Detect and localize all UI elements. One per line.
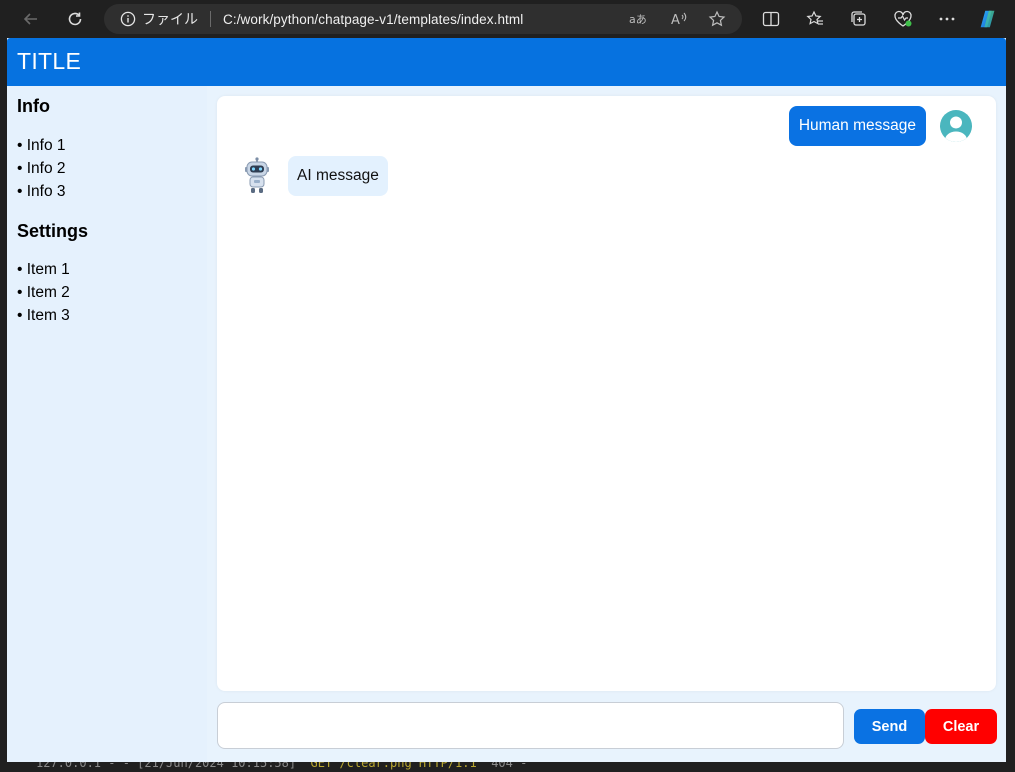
settings-heading: Settings [17,221,89,241]
list-item: • Info 3 [17,183,66,200]
terminal-line-status: 404 - [491,762,528,770]
svg-text:A: A [671,13,680,27]
web-page: TITLE Info • Info 1 • Info 2 • Info 3 Se… [7,38,1006,762]
translate-icon[interactable]: aあ [629,10,647,28]
list-item: • Item 2 [17,284,70,301]
page-header: TITLE [7,38,1006,86]
url-text[interactable]: C:/work/python/chatpage-v1/templates/ind… [223,12,523,27]
svg-text:aあ: aあ [629,13,647,26]
read-aloud-icon[interactable]: A [670,10,688,28]
user-avatar-icon [940,110,972,142]
info-heading: Info [17,96,50,116]
list-item: • Item 3 [17,307,70,324]
split-screen-icon[interactable] [760,8,782,30]
human-message: Human message [788,106,926,146]
reload-button[interactable] [61,5,89,33]
info-list: • Info 1 • Info 2 • Info 3 [17,134,66,203]
address-separator [210,11,211,27]
reload-icon [68,12,82,26]
page-title: TITLE [17,48,82,74]
list-item: • Info 1 [17,137,66,154]
ai-message: AI message [288,156,388,196]
favorites-icon[interactable] [804,8,826,30]
chat-messages[interactable]: Human message AI message [217,96,996,691]
back-arrow-icon [23,13,37,25]
clear-button[interactable]: Clear [925,709,997,744]
collections-icon[interactable] [848,8,870,30]
browser-essentials-icon[interactable] [892,8,914,30]
favorite-star-icon[interactable] [708,10,726,28]
terminal-line: 127.0.0.1 - - [21/Jun/2024 10:15:58] "GE… [36,762,527,770]
list-item: • Info 2 [17,160,66,177]
send-button[interactable]: Send [854,709,925,744]
file-protocol-label: ファイル [142,12,198,28]
more-options-icon[interactable] [936,8,958,30]
background-terminal: 127.0.0.1 - - [21/Jun/2024 10:15:58] "GE… [0,762,1015,772]
terminal-line-request: "GET /clear.png HTTP/1.1" [303,762,484,770]
copilot-icon[interactable] [977,8,999,30]
browser-toolbar: ファイル C:/work/python/chatpage-v1/template… [0,0,1015,38]
site-info[interactable]: ファイル [120,9,198,29]
message-input[interactable] [217,702,844,749]
settings-list: • Item 1 • Item 2 • Item 3 [17,258,70,327]
list-item: • Item 1 [17,261,70,278]
terminal-line-left: 127.0.0.1 - - [21/Jun/2024 10:15:58] [36,762,297,770]
sidebar: Info • Info 1 • Info 2 • Info 3 Settings… [7,86,207,762]
robot-avatar-icon [241,157,273,195]
back-button[interactable] [17,5,45,33]
address-bar[interactable]: ファイル C:/work/python/chatpage-v1/template… [104,4,742,34]
info-icon [120,11,136,27]
